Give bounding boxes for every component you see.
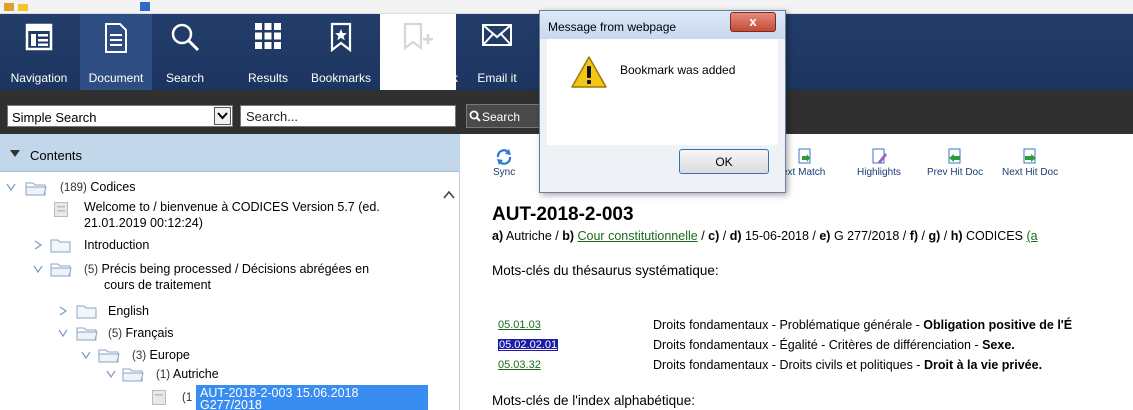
alphabetical-index-heading: Mots-clés de l'index alphabétique: <box>492 393 695 408</box>
tree-item-welcome[interactable]: Welcome to / bienvenue à CODICES Version… <box>84 200 380 230</box>
next-match-label: ext Match <box>782 167 826 178</box>
search-mode-select[interactable]: Simple Search <box>7 105 233 127</box>
close-icon: x <box>749 14 757 29</box>
results-button[interactable]: Results <box>240 14 296 90</box>
tree-item-selected-document[interactable]: AUT-2018-2-003 15.06.2018 G277/2018 <box>196 385 428 410</box>
dialog-close-button[interactable]: x <box>730 12 776 32</box>
next-match-icon <box>798 148 811 164</box>
results-label: Results <box>247 71 288 85</box>
document-label: Document <box>88 71 144 85</box>
dialog-message: Bookmark was added <box>620 63 736 77</box>
tree-expanded-icon[interactable] <box>33 264 43 274</box>
navigation-label: Navigation <box>10 71 68 85</box>
tree-expanded-icon[interactable] <box>106 369 116 379</box>
results-grid-icon <box>255 23 281 49</box>
tree-collapsed-icon[interactable] <box>33 240 43 250</box>
folder-icon <box>76 305 97 319</box>
hidden-label-tail: k <box>452 71 458 85</box>
search-button[interactable]: Search <box>466 104 546 128</box>
contents-title: Contents <box>30 148 83 163</box>
keyword-code-link-highlighted[interactable]: 05.02.02.01 <box>498 339 559 351</box>
highlights-label: Highlights <box>857 167 901 178</box>
prev-hit-doc-button[interactable]: Prev Hit Doc <box>927 148 983 178</box>
tree-item-count: (1 <box>182 392 193 404</box>
next-hit-doc-icon <box>1023 148 1037 164</box>
thesaurus-heading: Mots-clés du thésaurus systématique: <box>492 263 719 278</box>
search-input[interactable] <box>240 105 456 127</box>
folder-icon <box>50 239 71 253</box>
sync-icon <box>497 149 512 165</box>
tree-item-english[interactable]: English <box>108 304 149 318</box>
tree-collapsed-icon[interactable] <box>58 306 68 316</box>
next-hit-doc-label: Next Hit Doc <box>1002 167 1059 178</box>
folder-open-icon <box>50 263 72 277</box>
folder-open-icon <box>122 368 144 382</box>
dialog-titlebar[interactable]: Message from webpage x <box>540 11 785 39</box>
email-button[interactable]: Email it <box>470 14 524 90</box>
bookmarks-label: Bookmarks <box>310 71 372 85</box>
highlights-icon <box>872 148 887 164</box>
search-mode-value: Simple Search <box>12 110 97 125</box>
sync-label: Sync <box>493 167 516 178</box>
folder-open-icon <box>98 349 120 363</box>
contents-header[interactable]: Contents <box>0 134 460 172</box>
document-title: AUT-2018-2-003 <box>492 204 634 225</box>
prev-hit-doc-label: Prev Hit Doc <box>927 167 984 178</box>
folder-open-icon <box>25 182 47 196</box>
search-toolbar-label: Search <box>165 71 205 85</box>
folder-icon <box>18 4 28 11</box>
navigation-button[interactable]: Navigation <box>0 14 78 90</box>
page-icon <box>54 202 68 217</box>
search-button-label: Search <box>482 110 521 124</box>
blue-icon <box>140 2 150 11</box>
document-button[interactable]: Document <box>80 14 152 90</box>
ok-button[interactable]: OK <box>679 149 769 174</box>
tree-item-europe[interactable]: (3) Europe <box>132 348 190 362</box>
tree-item-codices[interactable]: (189) Codices <box>60 180 136 194</box>
add-bookmark-button[interactable] <box>380 14 456 90</box>
document-icon <box>105 23 127 53</box>
bookmarks-button[interactable]: Bookmarks <box>306 14 376 90</box>
tree-item-autriche[interactable]: (1) Autriche <box>156 367 219 381</box>
tree-expanded-icon[interactable] <box>58 328 68 338</box>
app-icon <box>4 3 14 11</box>
court-link[interactable]: Cour constitutionnelle <box>578 229 698 243</box>
keyword-code-link[interactable]: 05.03.32 <box>498 359 541 371</box>
tree-expanded-icon[interactable] <box>6 182 16 192</box>
sync-button[interactable]: Sync <box>493 148 515 178</box>
email-label: Email it <box>477 71 517 85</box>
search-toolbar-button[interactable]: Search <box>160 14 210 90</box>
chevron-down-icon <box>217 112 228 120</box>
document-meta: a) Autriche / b) Cour constitutionnelle … <box>492 229 1038 243</box>
next-match-button[interactable]: ext Match <box>782 148 825 178</box>
folder-open-icon <box>76 327 98 341</box>
add-bookmark-icon <box>403 22 433 51</box>
dropdown-arrow[interactable] <box>214 107 231 125</box>
prev-hit-doc-icon <box>948 148 961 164</box>
tree-item-precis[interactable]: (5) Précis being processed / Décisions a… <box>84 262 369 292</box>
navigation-icon <box>25 23 53 51</box>
search-button-icon <box>469 110 481 122</box>
dialog-title: Message from webpage <box>548 20 677 34</box>
warning-icon <box>571 56 607 88</box>
message-dialog: Message from webpage x Bookmark was adde… <box>539 10 786 193</box>
collapse-triangle-icon <box>10 150 20 157</box>
page-icon <box>152 390 166 405</box>
bookmark-icon <box>330 22 352 52</box>
email-icon <box>482 24 512 46</box>
tree-expanded-icon[interactable] <box>81 350 91 360</box>
search-icon <box>171 23 200 52</box>
keyword-code-link[interactable]: 05.01.03 <box>498 319 541 331</box>
tree-item-francais[interactable]: (5) Français <box>108 326 173 340</box>
codices-link[interactable]: (a <box>1026 229 1037 243</box>
highlights-button[interactable]: Highlights <box>857 148 901 178</box>
tree-item-introduction[interactable]: Introduction <box>84 238 149 252</box>
scroll-up-arrow-icon[interactable] <box>442 188 456 202</box>
next-hit-doc-button[interactable]: Next Hit Doc <box>1002 148 1058 178</box>
